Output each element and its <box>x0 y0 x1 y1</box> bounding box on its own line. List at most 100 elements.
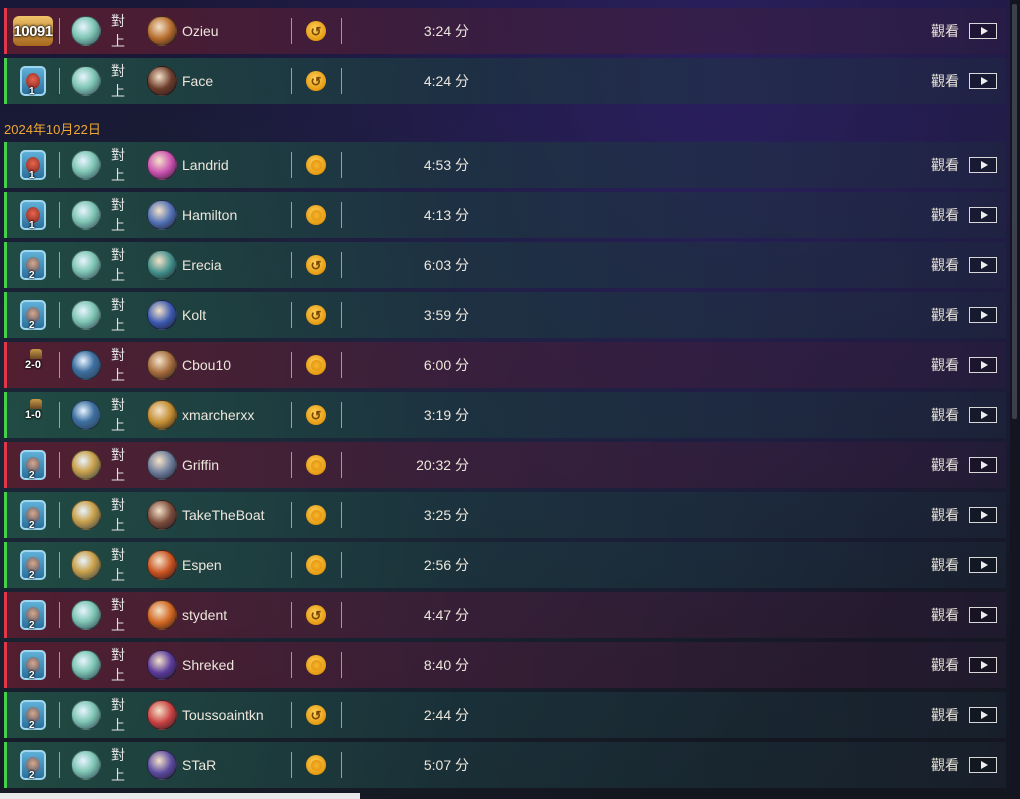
versus-label: 對上 <box>111 347 125 383</box>
opponent-hero-portrait <box>147 250 177 280</box>
rank-value: 2 <box>29 720 35 731</box>
watch-link[interactable]: 觀看 <box>931 755 959 775</box>
divider <box>59 402 60 428</box>
watch-link[interactable]: 觀看 <box>931 305 959 325</box>
match-row: 2 對上 stydent 4:47 分 觀看 <box>4 592 1006 638</box>
play-replay-button[interactable] <box>969 457 997 473</box>
player-hero-portrait <box>71 150 101 180</box>
watch-link[interactable]: 觀看 <box>931 605 959 625</box>
play-replay-button[interactable] <box>969 557 997 573</box>
legend-rank-icon: 10091 <box>13 16 53 46</box>
watch-link[interactable]: 觀看 <box>931 255 959 275</box>
versus-label: 對上 <box>111 547 125 583</box>
first-player-coin-icon <box>306 505 326 525</box>
match-duration: 6:00 分 <box>423 357 469 373</box>
divider <box>291 752 292 778</box>
versus-label: 對上 <box>111 297 125 333</box>
player-hero-portrait <box>71 500 101 530</box>
rank-value: 2 <box>29 470 35 481</box>
play-replay-button[interactable] <box>969 757 997 773</box>
second-player-coin-icon <box>306 71 326 91</box>
watch-link[interactable]: 觀看 <box>931 455 959 475</box>
player-hero-portrait <box>71 550 101 580</box>
play-replay-button[interactable] <box>969 207 997 223</box>
player-hero-portrait <box>71 350 101 380</box>
rank-value: 10091 <box>13 22 53 40</box>
player-hero-portrait <box>71 700 101 730</box>
rank-badge: 2 <box>7 292 59 338</box>
scrollbar-thumb[interactable] <box>1012 4 1017 419</box>
opponent-hero-portrait <box>147 450 177 480</box>
opponent-name: STaR <box>182 757 217 773</box>
play-replay-button[interactable] <box>969 73 997 89</box>
watch-link[interactable]: 觀看 <box>931 555 959 575</box>
divider <box>59 18 60 44</box>
divider <box>341 752 342 778</box>
match-duration: 4:13 分 <box>423 207 469 223</box>
play-replay-button[interactable] <box>969 407 997 423</box>
divider <box>291 402 292 428</box>
divider <box>291 502 292 528</box>
opponent-hero-portrait <box>147 16 177 46</box>
player-hero-portrait <box>71 450 101 480</box>
rank-badge: 2 <box>7 592 59 638</box>
player-hero-portrait <box>71 650 101 680</box>
versus-label: 對上 <box>111 397 125 433</box>
match-row: 2 對上 Toussoaintkn 2:44 分 觀看 <box>4 692 1006 738</box>
play-replay-button[interactable] <box>969 23 997 39</box>
match-duration: 20:32 分 <box>416 457 469 473</box>
opponent-hero-portrait <box>147 66 177 96</box>
divider <box>291 702 292 728</box>
watch-link[interactable]: 觀看 <box>931 21 959 41</box>
divider <box>291 302 292 328</box>
divider <box>341 352 342 378</box>
divider <box>59 68 60 94</box>
opponent-name: Ozieu <box>182 23 219 39</box>
versus-label: 對上 <box>111 247 125 283</box>
player-hero-portrait <box>71 16 101 46</box>
opponent-hero-portrait <box>147 550 177 580</box>
play-replay-button[interactable] <box>969 707 997 723</box>
match-row: 2 對上 TakeTheBoat 3:25 分 觀看 <box>4 492 1006 538</box>
divider <box>59 602 60 628</box>
player-hero-portrait <box>71 200 101 230</box>
player-hero-portrait <box>71 600 101 630</box>
rank-value: 2 <box>29 520 35 531</box>
opponent-name: Face <box>182 73 214 89</box>
divider <box>59 202 60 228</box>
rank-badge: 1 <box>7 58 59 104</box>
divider <box>59 452 60 478</box>
play-replay-button[interactable] <box>969 607 997 623</box>
first-player-coin-icon <box>306 755 326 775</box>
play-replay-button[interactable] <box>969 657 997 673</box>
play-replay-button[interactable] <box>969 507 997 523</box>
versus-label: 對上 <box>111 747 125 783</box>
rank-badge: 1 <box>7 142 59 188</box>
watch-link[interactable]: 觀看 <box>931 205 959 225</box>
opponent-hero-portrait <box>147 200 177 230</box>
watch-link[interactable]: 觀看 <box>931 71 959 91</box>
second-player-coin-icon <box>306 305 326 325</box>
vertical-scrollbar[interactable] <box>1010 0 1020 799</box>
match-duration: 5:07 分 <box>423 757 469 773</box>
opponent-name: Griffin <box>182 457 220 473</box>
play-replay-button[interactable] <box>969 157 997 173</box>
first-player-coin-icon <box>306 455 326 475</box>
watch-link[interactable]: 觀看 <box>931 655 959 675</box>
watch-link[interactable]: 觀看 <box>931 155 959 175</box>
rank-value: 2 <box>29 570 35 581</box>
watch-link[interactable]: 觀看 <box>931 405 959 425</box>
play-replay-button[interactable] <box>969 257 997 273</box>
watch-link[interactable]: 觀看 <box>931 505 959 525</box>
versus-label: 對上 <box>111 697 125 733</box>
horizontal-scrollbar[interactable] <box>0 793 360 799</box>
opponent-name: Erecia <box>182 257 222 273</box>
play-replay-button[interactable] <box>969 307 997 323</box>
versus-label: 對上 <box>111 647 125 683</box>
watch-link[interactable]: 觀看 <box>931 355 959 375</box>
opponent-name: stydent <box>182 607 228 623</box>
play-replay-button[interactable] <box>969 357 997 373</box>
rank-value: 2 <box>29 670 35 681</box>
second-player-coin-icon <box>306 605 326 625</box>
watch-link[interactable]: 觀看 <box>931 705 959 725</box>
